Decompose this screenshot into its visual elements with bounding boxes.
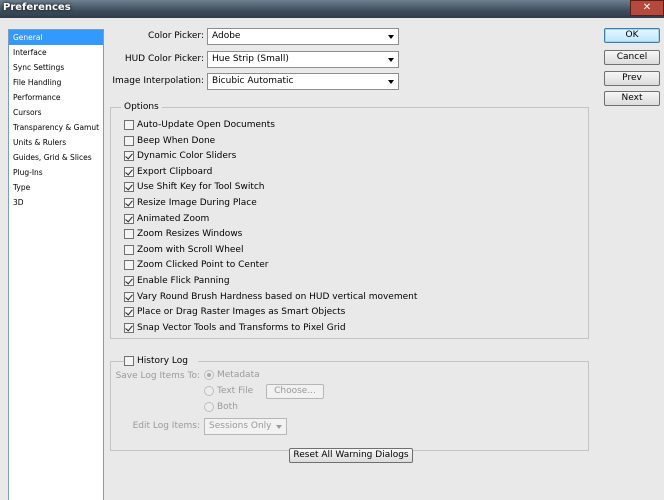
chevron-down-icon bbox=[276, 425, 282, 429]
preferences-dialog: General Interface Sync Settings File Handli… bbox=[0, 18, 664, 500]
option-checkbox[interactable] bbox=[124, 322, 134, 333]
option-label: Zoom Clicked Point to Center bbox=[137, 260, 269, 271]
chevron-down-icon bbox=[388, 80, 394, 84]
option-checkbox[interactable] bbox=[124, 291, 134, 302]
choose-button[interactable]: Choose... bbox=[266, 384, 324, 399]
option-label: Snap Vector Tools and Transforms to Pixe… bbox=[137, 322, 346, 333]
option-checkbox[interactable] bbox=[124, 244, 134, 255]
option-label: Zoom Resizes Windows bbox=[137, 229, 243, 240]
cancel-button[interactable]: Cancel bbox=[604, 50, 660, 65]
history-log-label: History Log bbox=[137, 356, 188, 366]
hud-color-picker-value: Hue Strip (Small) bbox=[212, 54, 289, 64]
category-list[interactable]: General Interface Sync Settings File Handli… bbox=[8, 29, 104, 500]
title-bar: Preferences ✕ bbox=[0, 0, 664, 18]
category-item[interactable]: Transparency & Gamut bbox=[9, 120, 103, 135]
next-button[interactable]: Next bbox=[604, 91, 660, 106]
save-log-radio[interactable] bbox=[204, 386, 214, 396]
options-group-title: Options bbox=[121, 101, 162, 113]
chevron-down-icon bbox=[388, 58, 394, 62]
category-item[interactable]: General bbox=[9, 30, 103, 45]
option-label: Place or Drag Raster Images as Smart Obj… bbox=[137, 307, 346, 318]
option-checkbox[interactable] bbox=[124, 260, 134, 271]
option-label: Enable Flick Panning bbox=[137, 276, 230, 286]
ok-button[interactable]: OK bbox=[604, 28, 660, 43]
prev-button[interactable]: Prev bbox=[604, 71, 660, 86]
image-interpolation-value: Bicubic Automatic bbox=[212, 76, 294, 86]
option-checkbox[interactable] bbox=[124, 166, 134, 177]
edit-log-items-select[interactable]: Sessions Only bbox=[204, 418, 287, 435]
category-item[interactable]: Units & Rulers bbox=[9, 135, 103, 150]
image-interpolation-select[interactable]: Bicubic Automatic bbox=[207, 73, 399, 90]
category-item[interactable]: Guides, Grid & Slices bbox=[9, 150, 103, 165]
option-label: Auto-Update Open Documents bbox=[137, 120, 275, 130]
edit-log-items-label: Edit Log Items: bbox=[132, 421, 200, 431]
option-checkbox[interactable] bbox=[124, 151, 134, 162]
option-label: Use Shift Key for Tool Switch bbox=[137, 182, 265, 193]
category-item[interactable]: Performance bbox=[9, 90, 103, 105]
category-item[interactable]: Plug-Ins bbox=[9, 165, 103, 180]
option-label: Animated Zoom bbox=[137, 213, 210, 224]
history-log-checkbox-row[interactable]: History Log bbox=[124, 354, 198, 368]
option-checkbox[interactable] bbox=[124, 198, 134, 208]
option-checkbox[interactable] bbox=[124, 213, 134, 224]
close-icon[interactable]: ✕ bbox=[630, 0, 664, 16]
save-log-radio[interactable] bbox=[204, 402, 214, 412]
save-log-items-label: Save Log Items To: bbox=[115, 371, 200, 381]
hud-color-picker-select[interactable]: Hue Strip (Small) bbox=[207, 51, 399, 68]
option-checkbox[interactable] bbox=[124, 276, 134, 286]
category-item[interactable]: File Handling bbox=[9, 75, 103, 90]
image-interpolation-label: Image Interpolation: bbox=[112, 76, 204, 86]
save-log-radio-label: Metadata bbox=[217, 370, 260, 380]
option-checkbox[interactable] bbox=[124, 307, 134, 318]
option-checkbox[interactable] bbox=[124, 182, 134, 193]
hud-color-picker-label: HUD Color Picker: bbox=[124, 54, 204, 64]
option-label: Export Clipboard bbox=[137, 166, 213, 177]
chevron-down-icon bbox=[388, 35, 394, 39]
save-log-radio-label: Both bbox=[217, 402, 238, 412]
color-picker-value: Adobe bbox=[212, 31, 241, 41]
history-log-checkbox[interactable] bbox=[124, 356, 134, 366]
category-item[interactable]: Type bbox=[9, 180, 103, 195]
category-item[interactable]: Interface bbox=[9, 45, 103, 60]
color-picker-label: Color Picker: bbox=[147, 31, 204, 41]
save-log-radio[interactable] bbox=[204, 370, 214, 380]
edit-log-items-value: Sessions Only bbox=[209, 421, 272, 431]
option-checkbox[interactable] bbox=[124, 120, 134, 130]
reset-warning-dialogs-button[interactable]: Reset All Warning Dialogs bbox=[289, 448, 413, 463]
color-picker-select[interactable]: Adobe bbox=[207, 28, 399, 45]
category-item[interactable]: Cursors bbox=[9, 105, 103, 120]
option-label: Dynamic Color Sliders bbox=[137, 151, 237, 162]
option-label: Zoom with Scroll Wheel bbox=[137, 244, 244, 255]
option-label: Beep When Done bbox=[137, 135, 216, 146]
save-log-radio-label: Text File bbox=[217, 386, 254, 396]
option-label: Resize Image During Place bbox=[137, 198, 257, 208]
option-label: Vary Round Brush Hardness based on HUD v… bbox=[137, 291, 418, 302]
window-title: Preferences bbox=[3, 2, 71, 13]
option-checkbox[interactable] bbox=[124, 229, 134, 240]
category-item[interactable]: 3D bbox=[9, 195, 103, 210]
option-checkbox[interactable] bbox=[124, 135, 134, 146]
category-item[interactable]: Sync Settings bbox=[9, 60, 103, 75]
